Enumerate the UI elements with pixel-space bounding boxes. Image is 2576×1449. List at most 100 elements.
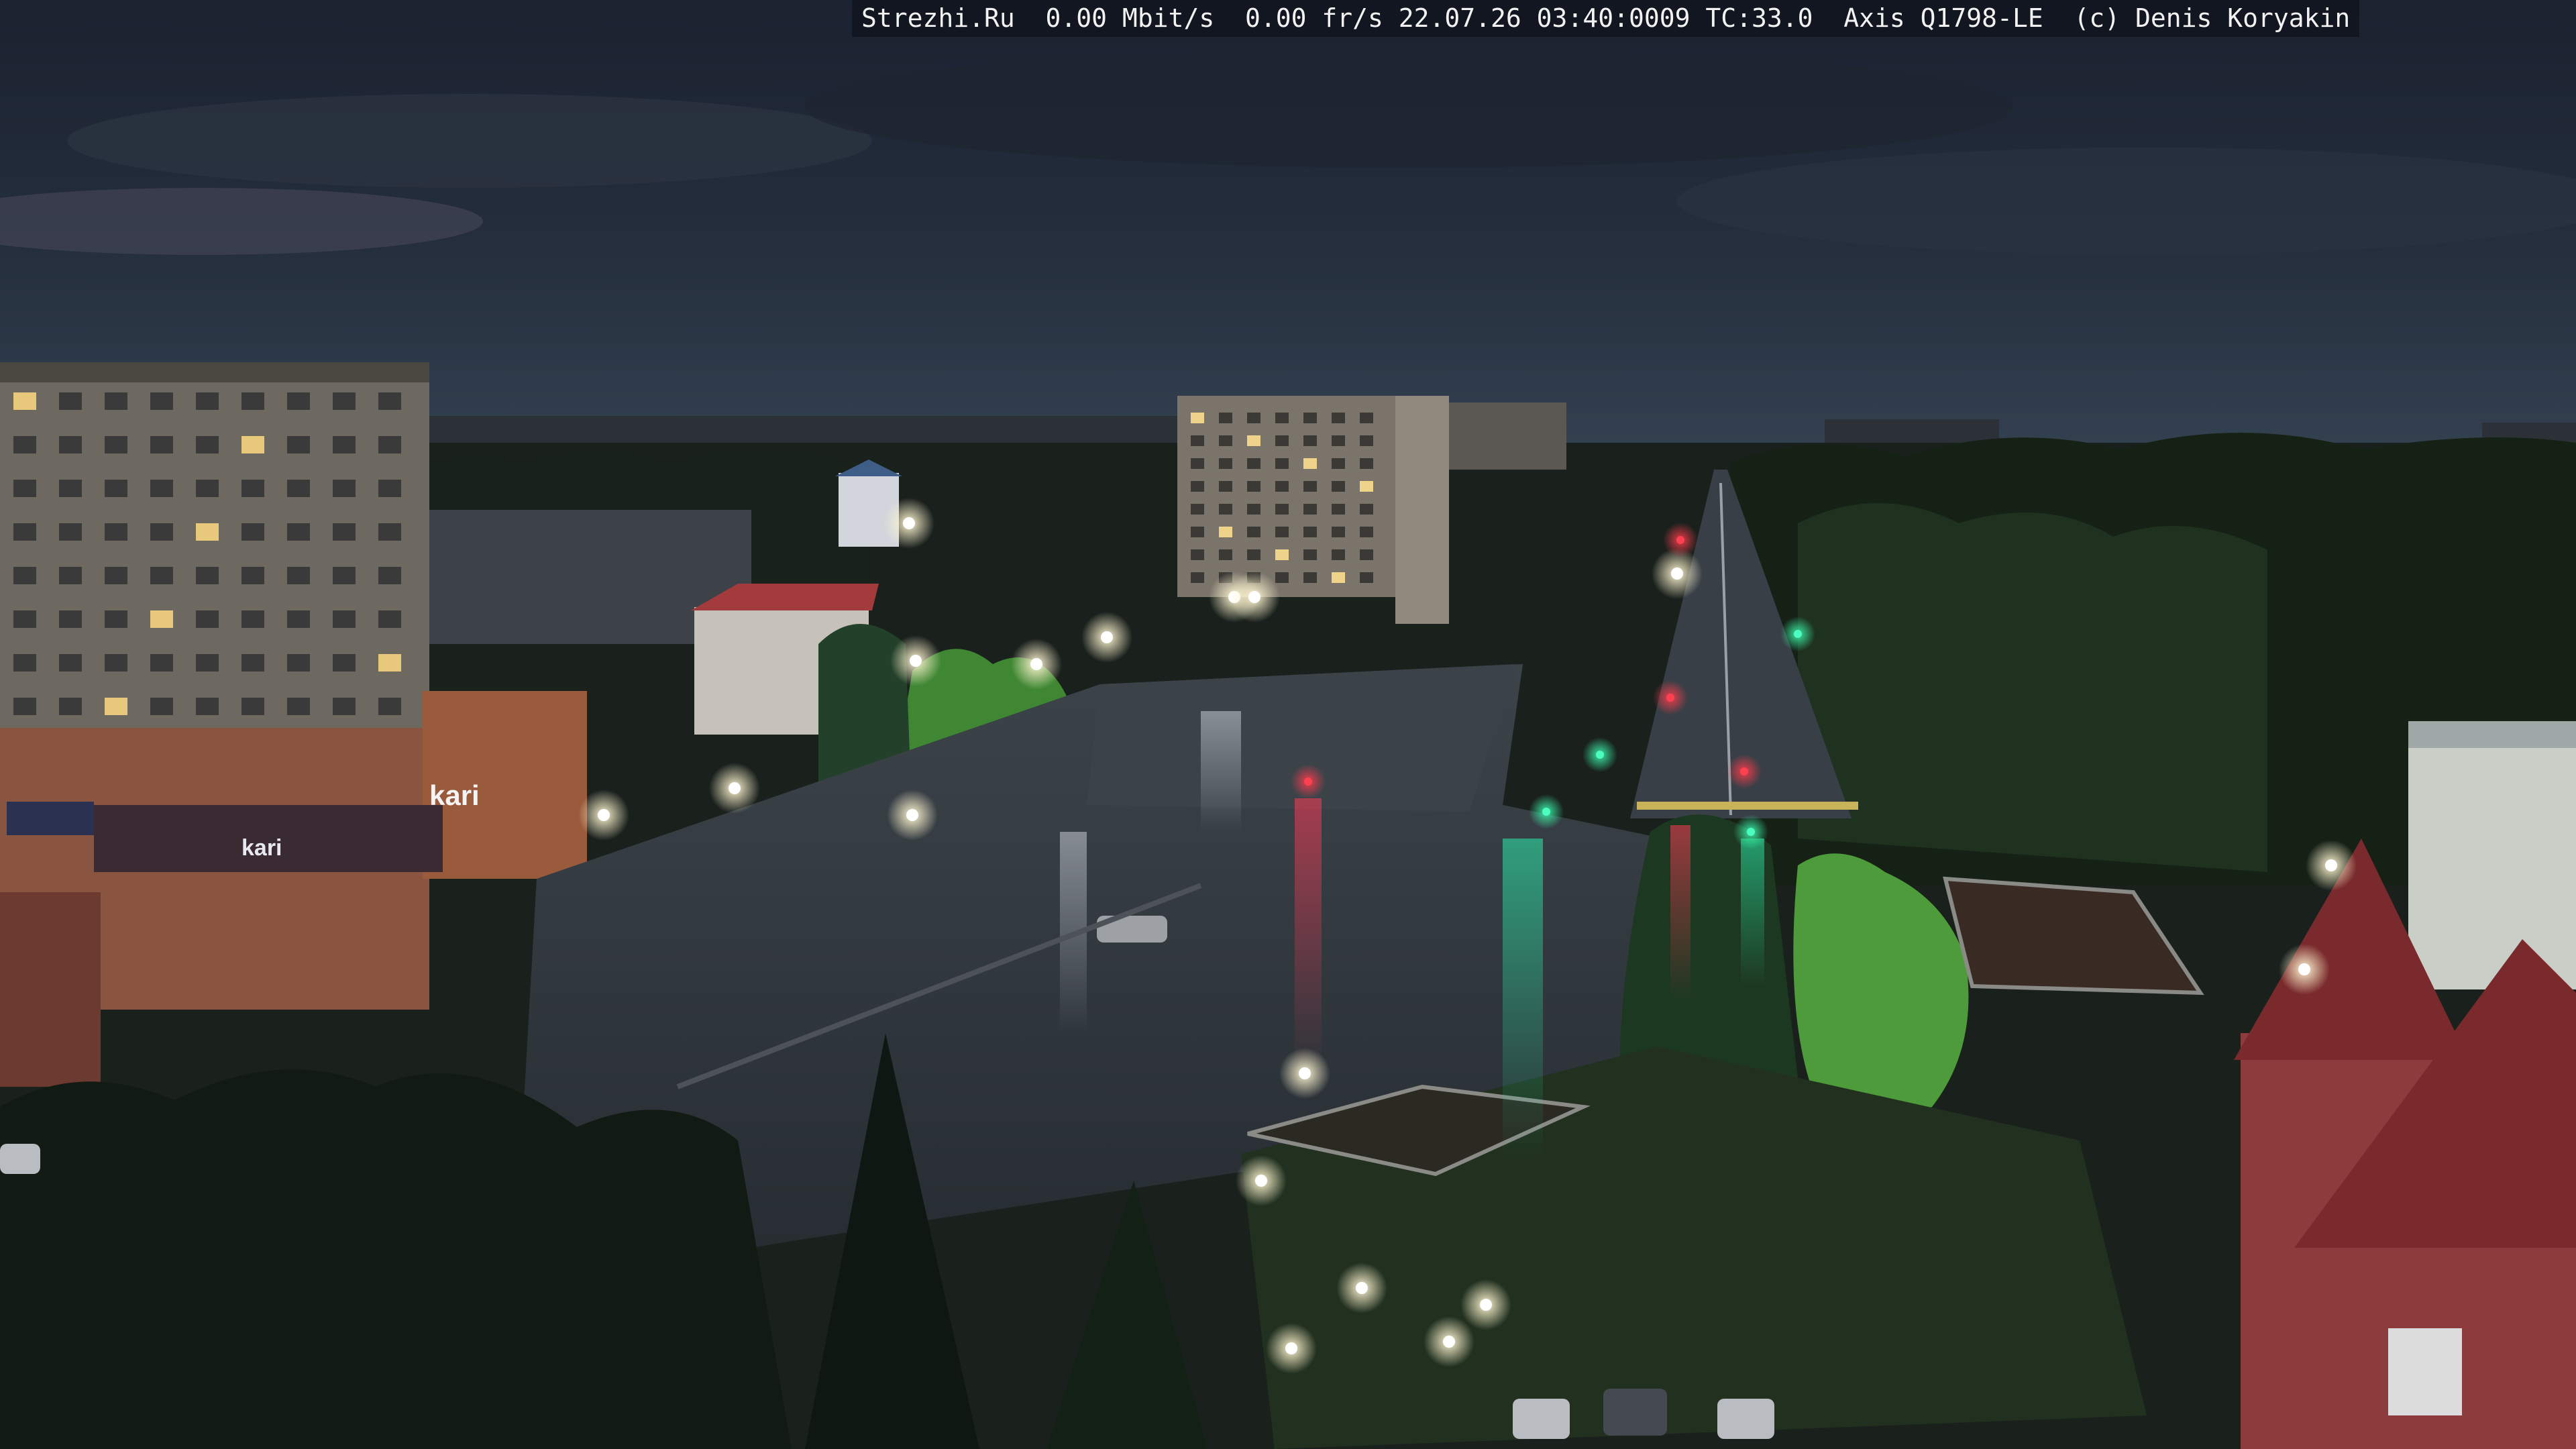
window [150, 436, 173, 453]
window [287, 610, 310, 628]
street-lamp [729, 782, 741, 794]
reflection-red [1295, 798, 1322, 1067]
green-traffic-light-core [1747, 828, 1755, 836]
window [105, 610, 127, 628]
red-traffic-light-core [1676, 536, 1684, 544]
window [1332, 458, 1345, 469]
store-sign-small: kari [241, 835, 282, 861]
window [1275, 435, 1289, 446]
street-lamp [1285, 1342, 1297, 1354]
window [105, 480, 127, 497]
window [1303, 549, 1317, 560]
window [1247, 481, 1260, 492]
window [13, 654, 36, 672]
window [196, 436, 219, 453]
window [1247, 527, 1260, 537]
window [1360, 435, 1373, 446]
window [1360, 458, 1373, 469]
window [150, 567, 173, 584]
reflection-red [1670, 825, 1690, 1000]
window [1332, 504, 1345, 515]
tc-label: TC:33.0 [1705, 3, 1813, 33]
window [59, 698, 82, 715]
window [1219, 504, 1232, 515]
crosswalk [1637, 802, 1858, 810]
street-lamp [1101, 631, 1113, 643]
window [105, 567, 127, 584]
window [13, 523, 36, 541]
street-lamp [1248, 591, 1260, 603]
site-label: Strezhi.Ru [861, 3, 1015, 33]
cloud [67, 94, 872, 188]
window [241, 436, 264, 453]
window [196, 610, 219, 628]
window [1332, 413, 1345, 423]
window [1332, 481, 1345, 492]
window [150, 392, 173, 410]
window [1332, 549, 1345, 560]
window [241, 523, 264, 541]
window [13, 436, 36, 453]
window [1275, 549, 1289, 560]
forest-right-front [1798, 503, 2267, 872]
window [1219, 413, 1232, 423]
window [1247, 549, 1260, 560]
window [333, 436, 356, 453]
window [105, 698, 127, 715]
window [196, 654, 219, 672]
street-lamp [598, 809, 610, 821]
reflection-green [1741, 839, 1764, 986]
window [1303, 527, 1317, 537]
window [1275, 481, 1289, 492]
window [241, 480, 264, 497]
red-traffic-light-core [1304, 777, 1312, 786]
camera-info-overlay: Strezhi.Ru 0.00 Mbit/s 0.00 fr/s 22.07.2… [852, 0, 2360, 37]
window [105, 392, 127, 410]
window [241, 567, 264, 584]
window [1303, 572, 1317, 583]
street-lamp [903, 517, 915, 529]
window [1360, 549, 1373, 560]
window [150, 654, 173, 672]
window [150, 698, 173, 715]
window [59, 610, 82, 628]
store-sign: kari [429, 780, 480, 811]
window [1303, 504, 1317, 515]
window [1303, 413, 1317, 423]
green-traffic-light-core [1542, 808, 1550, 816]
window [241, 610, 264, 628]
window [13, 610, 36, 628]
window [196, 567, 219, 584]
window [1275, 572, 1289, 583]
window [287, 392, 310, 410]
street-lamp [906, 809, 918, 821]
street-lamp [2325, 859, 2337, 871]
foreground-trees-left [0, 1069, 792, 1449]
reflection-green [1503, 839, 1543, 1161]
window [333, 654, 356, 672]
timestamp-label: 22.07.26 03:40:0009 [1398, 3, 1690, 33]
window [1191, 458, 1204, 469]
window [287, 698, 310, 715]
window [13, 480, 36, 497]
street-lamp [1671, 568, 1683, 580]
window [287, 480, 310, 497]
window [378, 392, 401, 410]
window [105, 436, 127, 453]
window [333, 698, 356, 715]
window [241, 392, 264, 410]
window [150, 523, 173, 541]
copyright-label: (c) Denis Koryakin [2074, 3, 2351, 33]
window [150, 610, 173, 628]
framerate-label: 0.00 fr/s [1244, 3, 1383, 33]
window [1219, 435, 1232, 446]
cloud [805, 47, 2012, 168]
street-lamp [1255, 1175, 1267, 1187]
window [1191, 527, 1204, 537]
window [59, 523, 82, 541]
street-lamp [1030, 658, 1042, 670]
street-lamp [910, 655, 922, 667]
window [1191, 413, 1204, 423]
window [1219, 458, 1232, 469]
webcam-frame: kari kari Strezhi.Ru 0.00 Mbit/s 0.00 fr… [0, 0, 2576, 1449]
